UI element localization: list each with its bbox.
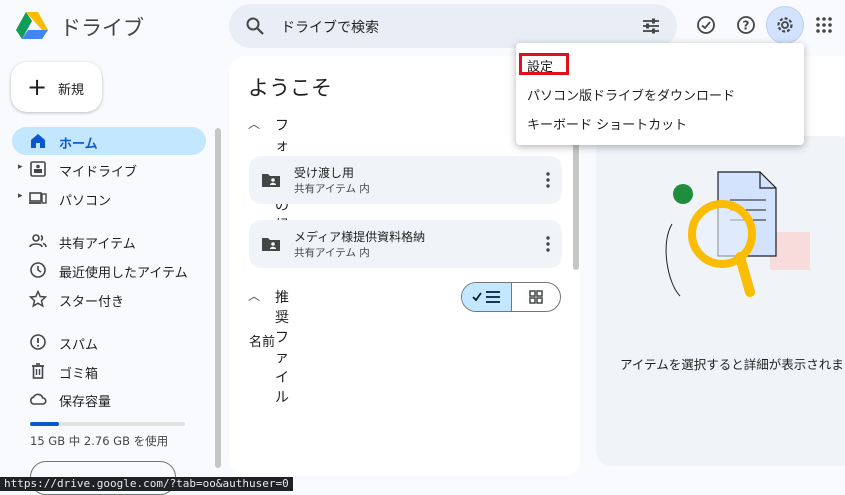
sidebar-item-label: ホーム bbox=[59, 137, 98, 152]
cloud-icon bbox=[30, 393, 47, 405]
sidebar-item-my-drive[interactable]: ▸ マイドライブ bbox=[0, 155, 210, 183]
home-icon bbox=[31, 134, 45, 148]
folder-name: メディア様提供資料格納 bbox=[294, 230, 426, 244]
my-drive-icon bbox=[30, 161, 46, 177]
apps-grid-icon bbox=[816, 17, 832, 33]
sidebar-item-label: ゴミ箱 bbox=[59, 367, 99, 382]
computer-icon bbox=[29, 192, 47, 204]
sidebar-item-label: マイドライブ bbox=[59, 165, 138, 180]
shared-folder-icon bbox=[262, 238, 280, 251]
section-title: 推奨ファイル bbox=[275, 290, 289, 406]
storage-quota-bar bbox=[30, 422, 185, 426]
settings-menu: 設定 パソコン版ドライブをダウンロード キーボード ショートカット bbox=[516, 43, 804, 145]
apps-button[interactable] bbox=[805, 6, 843, 44]
search-bar[interactable]: ドライブで検索 bbox=[229, 4, 677, 48]
new-button[interactable]: + 新規 bbox=[11, 62, 102, 112]
clock-icon bbox=[30, 262, 46, 278]
offline-ready-button[interactable] bbox=[687, 6, 725, 44]
menu-item-download-desktop[interactable]: パソコン版ドライブをダウンロード bbox=[527, 85, 735, 104]
sidebar-item-shared[interactable]: 共有アイテム bbox=[0, 227, 210, 255]
page-title: ようこそ bbox=[248, 76, 332, 100]
sidebar-item-trash[interactable]: ゴミ箱 bbox=[0, 357, 210, 385]
sidebar-item-label: 共有アイテム bbox=[59, 237, 136, 252]
sidebar-item-label: 最近使用したアイテム bbox=[59, 266, 188, 281]
grid-view-icon bbox=[529, 290, 543, 304]
people-icon bbox=[29, 234, 47, 248]
more-vert-icon[interactable] bbox=[546, 234, 550, 254]
name-column-header[interactable]: 名前 bbox=[249, 331, 275, 350]
more-vert-icon[interactable] bbox=[546, 170, 550, 190]
drive-logo-icon[interactable] bbox=[15, 8, 49, 42]
sidebar-item-label: 保存容量 bbox=[59, 395, 112, 410]
expand-arrow-icon[interactable]: ▸ bbox=[18, 162, 23, 172]
check-circle-icon bbox=[697, 16, 715, 34]
plus-icon: + bbox=[27, 73, 48, 101]
folder-location: 共有アイテム 内 bbox=[294, 183, 370, 195]
help-icon: ? bbox=[737, 16, 755, 34]
spam-icon bbox=[30, 334, 46, 350]
sidebar-item-storage[interactable]: 保存容量 bbox=[0, 385, 210, 413]
svg-text:?: ? bbox=[743, 19, 750, 33]
new-button-label: 新規 bbox=[58, 83, 85, 98]
chevron-up-icon[interactable]: ︿ bbox=[248, 287, 260, 304]
expand-arrow-icon[interactable]: ▸ bbox=[18, 191, 23, 201]
sidebar-item-recent[interactable]: 最近使用したアイテム bbox=[0, 256, 210, 284]
main-scrollbar[interactable] bbox=[573, 128, 579, 270]
grid-view-button[interactable] bbox=[512, 283, 560, 311]
shared-folder-icon bbox=[262, 174, 280, 187]
sidebar-item-label: スパム bbox=[59, 338, 99, 353]
star-icon bbox=[29, 290, 47, 308]
status-url: https://drive.google.com/?tab=oo&authuse… bbox=[0, 477, 293, 491]
trash-icon bbox=[32, 363, 44, 379]
view-toggle[interactable] bbox=[461, 282, 561, 312]
list-view-icon bbox=[472, 291, 500, 303]
app-title[interactable]: ドライブ bbox=[60, 12, 144, 42]
sidebar-scrollbar[interactable] bbox=[215, 128, 221, 468]
folder-card[interactable]: メディア様提供資料格納 共有アイテム 内 bbox=[249, 220, 562, 268]
sidebar-item-label: パソコン bbox=[59, 194, 112, 209]
storage-quota-text: 15 GB 中 2.76 GB を使用 bbox=[30, 434, 169, 448]
gear-icon bbox=[777, 17, 793, 33]
search-icon[interactable] bbox=[245, 16, 265, 36]
help-button[interactable]: ? bbox=[727, 6, 765, 44]
sidebar-item-home[interactable]: ホーム bbox=[0, 127, 210, 155]
menu-item-settings[interactable]: 設定 bbox=[527, 56, 553, 75]
list-view-button[interactable] bbox=[462, 283, 512, 311]
folder-location: 共有アイテム 内 bbox=[294, 247, 370, 259]
search-input[interactable]: ドライブで検索 bbox=[281, 17, 379, 37]
folder-card[interactable]: 受け渡し用 共有アイテム 内 bbox=[249, 156, 562, 204]
menu-item-keyboard-shortcuts[interactable]: キーボード ショートカット bbox=[527, 114, 687, 133]
settings-button[interactable] bbox=[766, 6, 804, 44]
file-search-illustration-icon bbox=[665, 171, 810, 297]
sidebar-item-computers[interactable]: ▸ パソコン bbox=[0, 184, 210, 212]
filter-options-icon[interactable] bbox=[641, 16, 661, 36]
sidebar-item-spam[interactable]: スパム bbox=[0, 328, 210, 356]
sidebar-item-label: スター付き bbox=[59, 295, 125, 310]
sidebar-item-starred[interactable]: スター付き bbox=[0, 285, 210, 313]
details-empty-text: アイテムを選択すると詳細が表示されま bbox=[620, 357, 844, 372]
chevron-up-icon[interactable]: ︿ bbox=[248, 115, 260, 132]
folder-name: 受け渡し用 bbox=[294, 166, 355, 180]
